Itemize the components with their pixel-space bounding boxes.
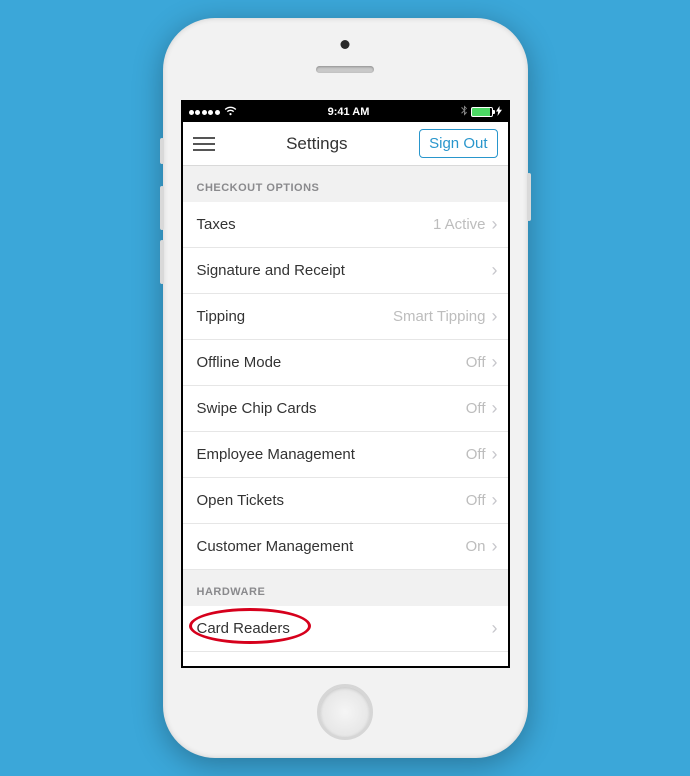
row-taxes[interactable]: Taxes 1 Active › [183,202,508,248]
row-value: Off [466,354,486,371]
row-label: Tipping [197,308,246,325]
screen: 9:41 AM Settings Sign Out CHECKOUT OPTIO… [181,100,510,668]
row-value: Off [466,492,486,509]
status-right [461,105,502,119]
row-value: Smart Tipping [393,308,486,325]
row-label: Offline Mode [197,354,282,371]
chevron-right-icon: › [492,618,498,639]
volume-down-button [160,240,164,284]
status-left [189,106,237,119]
row-open-tickets[interactable]: Open Tickets Off › [183,478,508,524]
row-label: Card Readers [197,620,290,637]
charging-icon [496,106,502,119]
section-header-checkout: CHECKOUT OPTIONS [183,166,508,202]
chevron-right-icon: › [492,306,498,327]
page-title: Settings [286,134,347,154]
chevron-right-icon: › [492,398,498,419]
nav-bar: Settings Sign Out [183,122,508,166]
row-label: Customer Management [197,538,354,555]
signal-strength-icon [189,110,220,115]
row-label: Employee Management [197,446,355,463]
wifi-icon [224,106,237,119]
row-printers[interactable]: Printers › [183,652,508,666]
chevron-right-icon: › [492,260,498,281]
row-swipe-chip-cards[interactable]: Swipe Chip Cards Off › [183,386,508,432]
power-button [527,173,531,221]
menu-icon[interactable] [193,137,215,151]
settings-list[interactable]: CHECKOUT OPTIONS Taxes 1 Active › Signat… [183,166,508,666]
row-value: 1 Active [433,216,486,233]
row-card-readers[interactable]: Card Readers › [183,606,508,652]
bluetooth-icon [461,105,467,119]
chevron-right-icon: › [492,490,498,511]
row-customer-management[interactable]: Customer Management On › [183,524,508,570]
sign-out-button[interactable]: Sign Out [419,129,497,158]
silent-switch [160,138,164,164]
front-camera [341,40,350,49]
battery-icon [471,107,493,117]
row-label: Signature and Receipt [197,262,345,279]
row-label: Swipe Chip Cards [197,400,317,417]
row-value: On [465,538,485,555]
row-label: Taxes [197,216,236,233]
speaker-grille [316,66,374,73]
row-offline-mode[interactable]: Offline Mode Off › [183,340,508,386]
status-time: 9:41 AM [328,106,370,118]
row-value: Off [466,446,486,463]
iphone-device-frame: 9:41 AM Settings Sign Out CHECKOUT OPTIO… [163,18,528,758]
home-button[interactable] [317,684,373,740]
row-tipping[interactable]: Tipping Smart Tipping › [183,294,508,340]
chevron-right-icon: › [492,352,498,373]
chevron-right-icon: › [492,664,498,666]
section-header-hardware: HARDWARE [183,570,508,606]
row-signature-receipt[interactable]: Signature and Receipt › [183,248,508,294]
row-value: Off [466,400,486,417]
chevron-right-icon: › [492,536,498,557]
row-label: Open Tickets [197,492,285,509]
status-bar: 9:41 AM [183,102,508,122]
row-employee-management[interactable]: Employee Management Off › [183,432,508,478]
chevron-right-icon: › [492,214,498,235]
volume-up-button [160,186,164,230]
chevron-right-icon: › [492,444,498,465]
